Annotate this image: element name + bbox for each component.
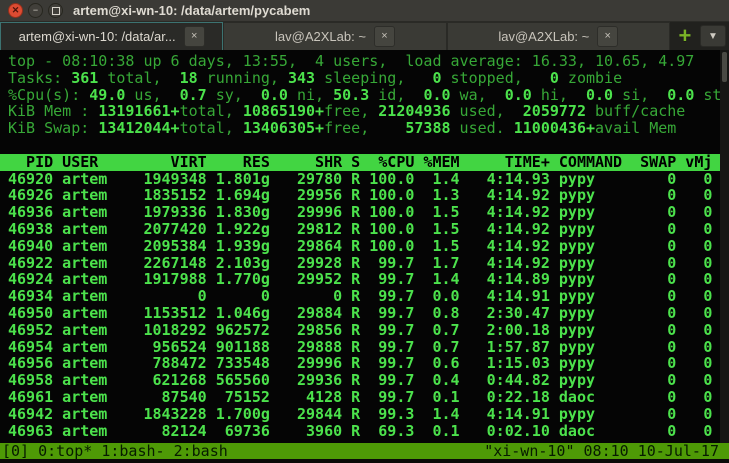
bottom-strip — [0, 459, 729, 463]
tab-label: lav@A2XLab: ~ — [498, 29, 590, 44]
process-row: 46952 artem 1018292 962572 29856 R 99.7 … — [8, 320, 713, 339]
process-row: 46942 artem 1843228 1.700g 29844 R 99.3 … — [8, 404, 713, 423]
maximize-window-icon[interactable] — [48, 3, 63, 18]
tab-close-icon[interactable]: × — [183, 26, 205, 47]
tmux-window-list: [0] 0:top* 1:bash- 2:bash — [2, 443, 228, 459]
process-row: 46924 artem 1917988 1.770g 29952 R 99.7 … — [8, 270, 713, 289]
top-summary-line: KiB Swap: 13412044+total, 13406305+free,… — [8, 119, 677, 138]
tab-list-chevron-down-icon[interactable]: ▼ — [699, 25, 726, 47]
top-output: top - 08:10:38 up 6 days, 13:55, 4 users… — [0, 52, 729, 440]
scrollbar[interactable] — [720, 50, 729, 443]
tab-label: lav@A2XLab: ~ — [275, 29, 366, 44]
terminal-screen[interactable]: top - 08:10:38 up 6 days, 13:55, 4 users… — [0, 50, 729, 443]
process-row: 46956 artem 788472 733548 29996 R 99.7 0… — [8, 354, 713, 373]
process-row: 46936 artem 1979336 1.830g 29996 R 100.0… — [8, 203, 713, 222]
top-summary-line: Tasks: 361 total, 18 running, 343 sleepi… — [8, 68, 623, 87]
process-row: 46938 artem 2077420 1.922g 29812 R 100.0… — [8, 219, 713, 238]
tab-terminal-1[interactable]: artem@xi-wn-10: /data/ar... × — [0, 22, 224, 50]
titlebar: ✕ − artem@xi-wn-10: /data/artem/pycabem — [0, 0, 729, 22]
tmux-host-clock: "xi-wn-10" 08:10 10-Jul-17 — [484, 443, 719, 459]
close-window-icon[interactable]: ✕ — [8, 3, 23, 18]
process-row: 46920 artem 1949348 1.801g 29780 R 100.0… — [8, 169, 713, 188]
process-row: 46963 artem 82124 69736 3960 R 69.3 0.1 … — [8, 421, 713, 440]
window-controls: ✕ − — [8, 3, 63, 18]
top-summary-line: top - 08:10:38 up 6 days, 13:55, 4 users… — [8, 52, 695, 70]
tab-terminal-3[interactable]: lav@A2XLab: ~ × — [446, 22, 670, 50]
new-tab-plus-icon[interactable]: + — [670, 22, 700, 50]
process-row: 46954 artem 956524 901188 29888 R 99.7 0… — [8, 337, 713, 356]
process-row: 46940 artem 2095384 1.939g 29864 R 100.0… — [8, 236, 713, 255]
process-row: 46950 artem 1153512 1.046g 29884 R 99.7 … — [8, 303, 713, 322]
minimize-window-icon[interactable]: − — [28, 3, 43, 18]
top-summary-line: KiB Mem : 13191661+total, 10865190+free,… — [8, 102, 686, 121]
process-row: 46922 artem 2267148 2.103g 29928 R 99.7 … — [8, 253, 713, 272]
tmux-status-bar: [0] 0:top* 1:bash- 2:bash "xi-wn-10" 08:… — [0, 443, 729, 459]
tab-bar: artem@xi-wn-10: /data/ar... × lav@A2XLab… — [0, 22, 729, 50]
process-row: 46934 artem 0 0 0 R 99.7 0.0 4:14.91 pyp… — [8, 287, 713, 306]
tab-terminal-2[interactable]: lav@A2XLab: ~ × — [223, 22, 447, 50]
top-summary-line: %Cpu(s): 49.0 us, 0.7 sy, 0.0 ni, 50.3 i… — [8, 85, 722, 104]
tab-label: artem@xi-wn-10: /data/ar... — [18, 29, 176, 44]
scrollbar-thumb[interactable] — [722, 52, 727, 82]
tab-close-icon[interactable]: × — [597, 26, 619, 47]
process-row: 46958 artem 621268 565560 29936 R 99.7 0… — [8, 371, 713, 390]
window-title: artem@xi-wn-10: /data/artem/pycabem — [73, 3, 311, 18]
maximize-glyph — [51, 6, 60, 15]
terminal-window: ✕ − artem@xi-wn-10: /data/artem/pycabem … — [0, 0, 729, 463]
tab-close-icon[interactable]: × — [373, 26, 395, 47]
process-table-header: PID USER VIRT RES SHR S %CPU %MEM TIME+ … — [0, 153, 720, 171]
process-row: 46961 artem 87540 75152 4128 R 99.7 0.1 … — [8, 387, 713, 406]
process-row: 46926 artem 1835152 1.694g 29956 R 100.0… — [8, 186, 713, 205]
